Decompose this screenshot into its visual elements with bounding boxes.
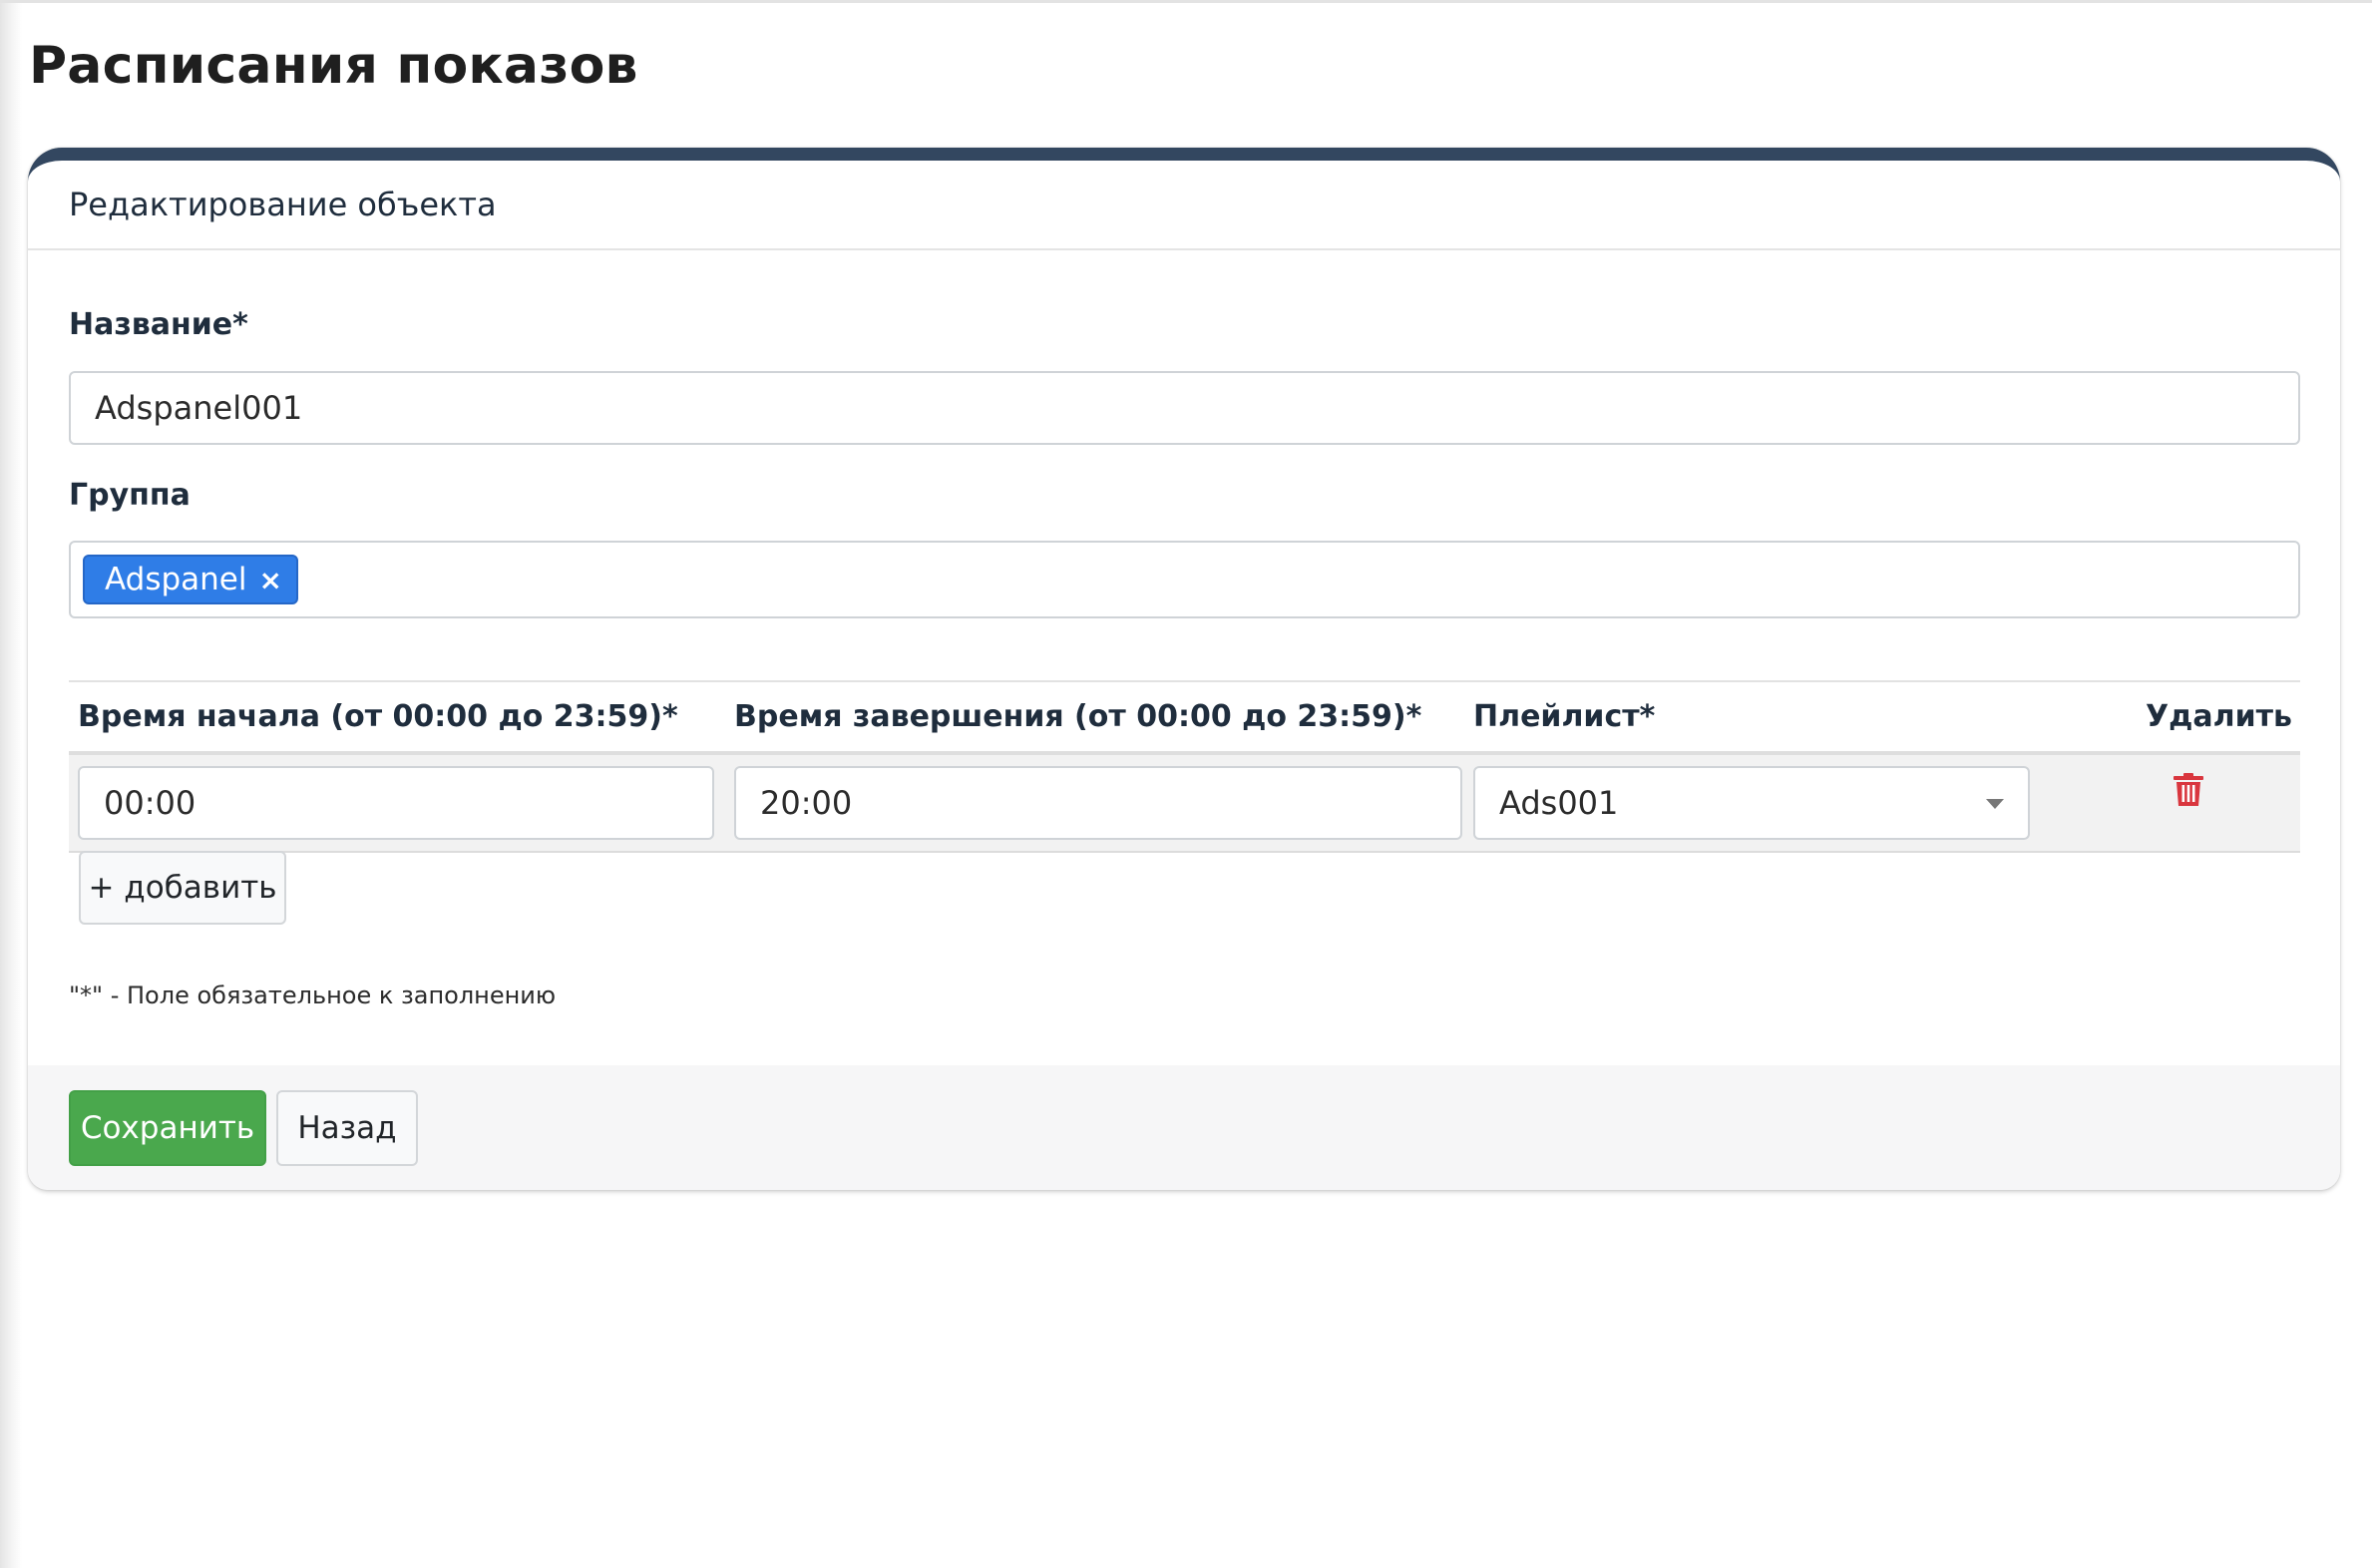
start-time-value: 00:00 [104, 784, 197, 822]
chevron-down-icon [1986, 799, 2004, 809]
save-button[interactable]: Сохранить [69, 1090, 266, 1166]
group-select[interactable]: Adspanel × [69, 541, 2300, 618]
sidebar-edge-shadow [0, 0, 22, 1568]
group-tag-label: Adspanel [105, 562, 247, 597]
schedule-table: Время начала (от 00:00 до 23:59)* Время … [69, 680, 2300, 853]
playlist-value: Ads001 [1499, 784, 1619, 822]
card-header: Редактирование объекта [28, 161, 2340, 250]
schedule-row: 00:00 20:00 Ads001 [69, 755, 2300, 853]
schedule-header-row: Время начала (от 00:00 до 23:59)* Время … [69, 682, 2300, 755]
group-tag-adspanel: Adspanel × [83, 555, 298, 604]
back-button[interactable]: Назад [276, 1090, 418, 1166]
column-header-delete: Удалить [2146, 699, 2292, 734]
trash-icon[interactable] [2174, 773, 2203, 807]
add-row-button[interactable]: + добавить [79, 851, 286, 925]
edit-card: Редактирование объекта Название* Группа … [28, 148, 2340, 1190]
page-title: Расписания показов [29, 36, 638, 96]
start-time-input[interactable]: 00:00 [78, 766, 714, 840]
column-header-start-time: Время начала (от 00:00 до 23:59)* [78, 699, 678, 734]
end-time-value: 20:00 [760, 784, 853, 822]
playlist-select[interactable]: Ads001 [1473, 766, 2030, 840]
close-icon[interactable]: × [259, 564, 282, 596]
required-note: "*" - Поле обязательное к заполнению [69, 981, 557, 1009]
group-label: Группа [69, 478, 191, 513]
top-divider [0, 0, 2372, 3]
end-time-input[interactable]: 20:00 [734, 766, 1462, 840]
name-input[interactable] [69, 371, 2300, 445]
card-header-title: Редактирование объекта [69, 186, 497, 223]
column-header-end-time: Время завершения (от 00:00 до 23:59)* [734, 699, 1422, 734]
card-footer: Сохранить Назад [28, 1065, 2340, 1190]
name-label: Название* [69, 307, 248, 342]
column-header-playlist: Плейлист* [1473, 699, 1656, 734]
